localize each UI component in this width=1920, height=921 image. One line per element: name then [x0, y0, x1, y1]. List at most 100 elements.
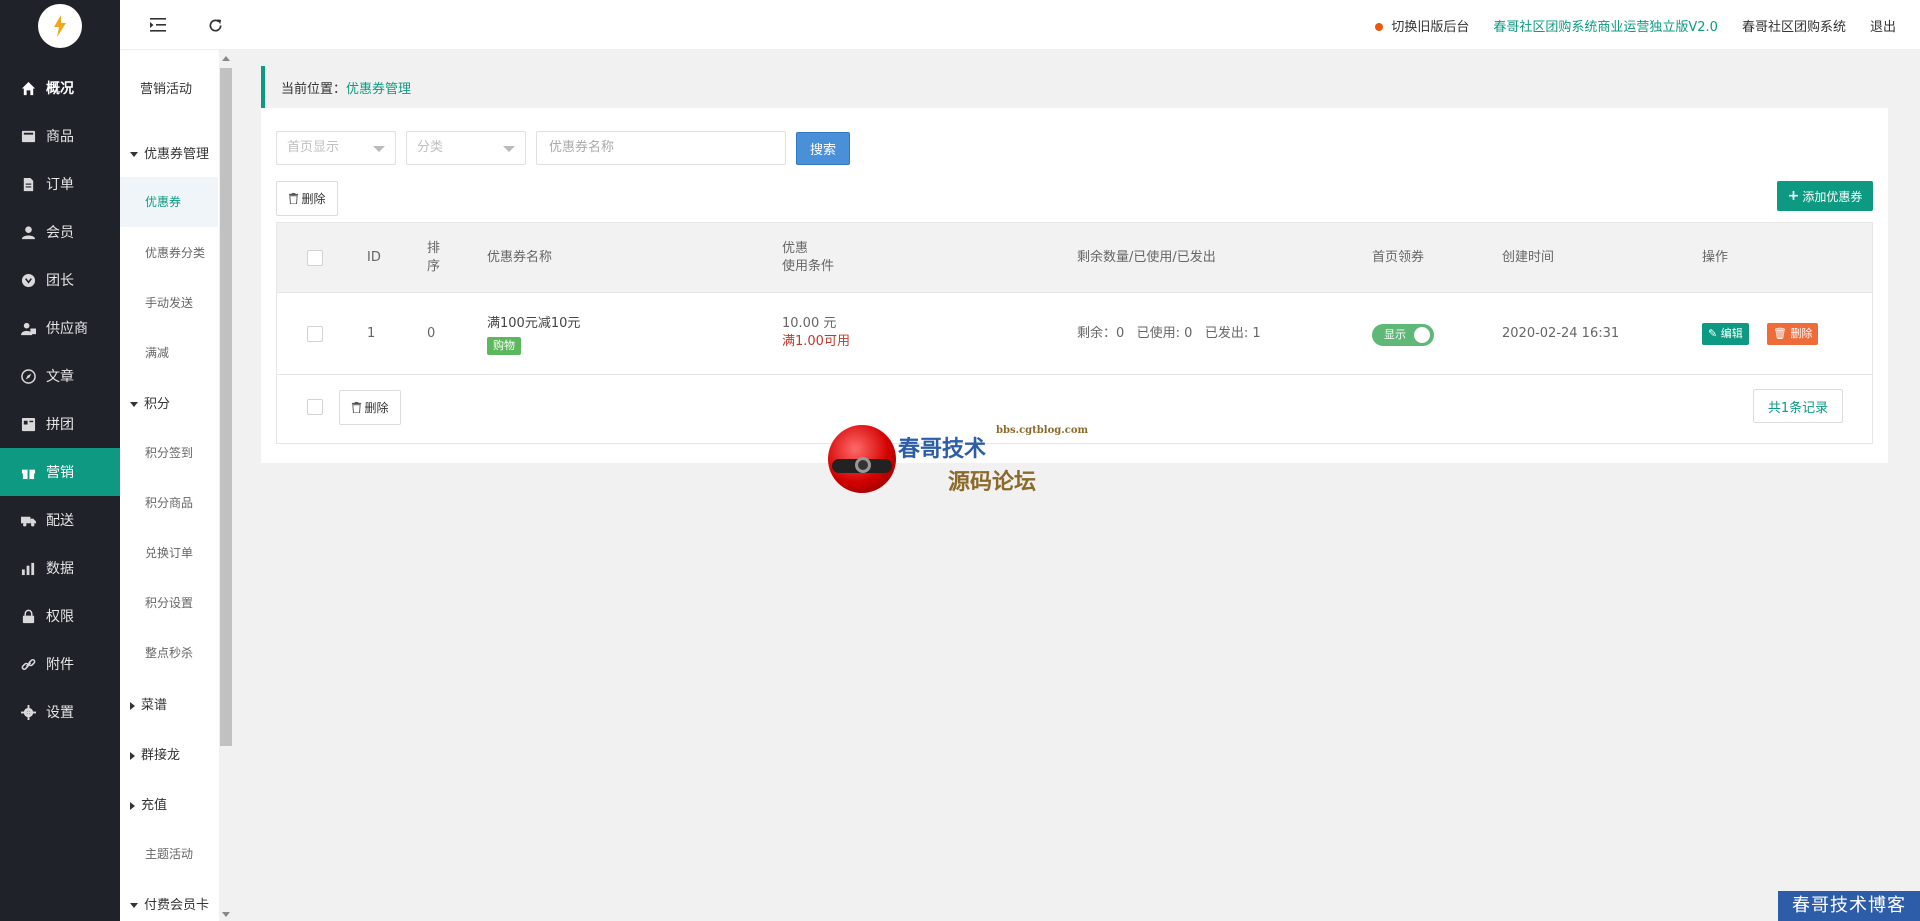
nav-item-label: 附件 [46, 657, 74, 673]
subnav-item-points-goods[interactable]: 积分商品 [120, 494, 218, 511]
footer-select-all-checkbox[interactable] [307, 399, 323, 415]
subnav-group-recipes[interactable]: 菜谱 [120, 694, 218, 713]
nav-item-group-buy[interactable]: 拼团 [0, 400, 120, 448]
search-button[interactable]: 搜索 [796, 132, 850, 165]
col-created: 创建时间 [1502, 250, 1555, 265]
breadcrumb-current[interactable]: 优惠券管理 [346, 78, 411, 97]
delete-button-top[interactable]: 删除 [276, 181, 338, 216]
col-name: 优惠券名称 [487, 250, 553, 265]
goods-icon [20, 128, 36, 144]
col-quantity: 剩余数量/已使用/已发出 [1077, 250, 1216, 265]
add-coupon-label: 添加优惠券 [1802, 189, 1863, 204]
menu-toggle-icon[interactable] [148, 15, 168, 35]
input-placeholder: 优惠券名称 [549, 140, 615, 155]
corner-watermark: 春哥技术博客 [1778, 891, 1920, 921]
row-quantity: 剩余：0 已使用: 0 已发出: 1 [1077, 326, 1261, 341]
nav-item-leader[interactable]: 团长 [0, 256, 120, 304]
delete-row-button[interactable]: 🗑 删除 [1767, 323, 1819, 345]
coupon-name-input[interactable]: 优惠券名称 [536, 131, 786, 165]
subnav-group-points[interactable]: 积分 [120, 393, 218, 412]
chevron-down-icon [373, 146, 385, 152]
scroll-up-icon[interactable] [222, 56, 230, 61]
gift-icon [20, 464, 36, 480]
subnav-group-group-chain[interactable]: 群接龙 [120, 744, 218, 763]
version-link[interactable]: 春哥社区团购系统商业运营独立版V2.0 [1493, 16, 1718, 35]
expand-icon [130, 152, 138, 157]
subnav-item-full-reduce[interactable]: 满减 [120, 344, 218, 361]
add-coupon-button[interactable]: + 添加优惠券 [1777, 181, 1873, 211]
subnav-item-theme-activity[interactable]: 主题活动 [120, 845, 218, 862]
nav-item-supplier[interactable]: 供应商 [0, 304, 120, 352]
subnav-group-label: 积分 [144, 397, 171, 412]
nav-item-article[interactable]: 文章 [0, 352, 120, 400]
scroll-down-icon[interactable] [222, 912, 230, 917]
nav-item-truck[interactable]: 配送 [0, 496, 120, 544]
select-all-checkbox[interactable] [307, 250, 323, 266]
col-discount-line1: 优惠 [782, 241, 809, 256]
subnav-group-recharge[interactable]: 充值 [120, 794, 218, 813]
category-select[interactable]: 分类 [406, 131, 526, 165]
subnav-scrollbar[interactable] [219, 52, 233, 921]
nav-item-label: 权限 [46, 609, 74, 625]
delete-button-bottom[interactable]: 删除 [339, 390, 401, 425]
main-nav: 概况 商品 订单 会员 团长供应商文章 拼团营销配送数据权限附件设置 [0, 0, 120, 921]
subnav-item-coupon[interactable]: 优惠券 [120, 177, 218, 227]
homepage-toggle[interactable]: 显示 [1372, 324, 1434, 346]
subnav-item-flash-sale[interactable]: 整点秒杀 [120, 644, 218, 661]
nav-item-gift[interactable]: 营销 [0, 448, 120, 496]
subnav-item-exchange-orders[interactable]: 兑换订单 [120, 544, 218, 561]
nav-item-label: 营销 [46, 465, 74, 481]
nav-item-home[interactable]: 概况 [0, 64, 120, 112]
subnav-item-points-settings[interactable]: 积分设置 [120, 594, 218, 611]
subnav-item-points-checkin[interactable]: 积分签到 [120, 444, 218, 461]
watermark-logo-icon [828, 425, 896, 493]
link-icon [20, 656, 36, 672]
nav-item-gear[interactable]: 设置 [0, 688, 120, 736]
subnav-group-paid-member-card[interactable]: 付费会员卡 [120, 894, 218, 913]
collapse-icon [130, 751, 135, 760]
nav-item-order[interactable]: 订单 [0, 160, 120, 208]
nav-item-lock[interactable]: 权限 [0, 592, 120, 640]
row-discount: 10.00 元 满1.00可用 [782, 315, 850, 351]
edit-button[interactable]: ✎ 编辑 [1702, 323, 1749, 345]
supplier-icon [20, 320, 36, 336]
homepage-display-select[interactable]: 首页显示 [276, 131, 396, 165]
home-icon [20, 80, 36, 96]
nav-item-member[interactable]: 会员 [0, 208, 120, 256]
nav-item-label: 供应商 [46, 321, 88, 337]
nav-item-goods[interactable]: 商品 [0, 112, 120, 160]
gear-icon [20, 704, 36, 720]
nav-item-link[interactable]: 附件 [0, 640, 120, 688]
logo[interactable] [0, 0, 120, 52]
col-discount: 优惠 使用条件 [782, 240, 834, 276]
row-checkbox[interactable] [307, 326, 323, 342]
switch-old-backend-link[interactable]: 切换旧版后台 [1375, 16, 1469, 35]
total-records[interactable]: 共1条记录 [1753, 389, 1843, 423]
trash-icon [352, 402, 362, 413]
refresh-icon[interactable] [205, 15, 225, 35]
breadcrumb: 当前位置： 优惠券管理 [261, 66, 1888, 108]
system-name[interactable]: 春哥社区团购系统 [1742, 16, 1846, 35]
subnav-group-label: 充值 [141, 798, 168, 813]
top-header: 切换旧版后台 春哥社区团购系统商业运营独立版V2.0 春哥社区团购系统 退出 [120, 0, 1920, 50]
article-icon [20, 368, 36, 384]
trash-icon [289, 193, 299, 204]
watermark-subtitle: 源码论坛 [948, 469, 1037, 495]
collapse-icon [130, 701, 135, 710]
logout-link[interactable]: 退出 [1870, 16, 1896, 35]
watermark-title: 春哥技术 [898, 436, 987, 462]
pencil-icon: ✎ [1708, 327, 1721, 340]
table-row: 1 0 满100元减10元 购物 10.00 元 满1.00可用 剩余：0 已使… [277, 294, 1872, 375]
subnav-item-coupon-category[interactable]: 优惠券分类 [120, 244, 218, 261]
nav-item-chart[interactable]: 数据 [0, 544, 120, 592]
sub-nav: 营销活动 优惠券管理 优惠券 优惠券分类 手动发送 满减 积分 积分签到 积分商… [120, 0, 220, 921]
scrollbar-thumb[interactable] [220, 68, 232, 746]
subnav-group-coupon-manage[interactable]: 优惠券管理 [120, 143, 218, 162]
chevron-down-icon [503, 146, 515, 152]
subnav-title[interactable]: 营销活动 [120, 78, 218, 97]
truck-icon [20, 512, 36, 528]
nav-item-label: 配送 [46, 513, 74, 529]
col-discount-line2: 使用条件 [782, 259, 835, 274]
subnav-item-manual-send[interactable]: 手动发送 [120, 294, 218, 311]
collapse-icon [130, 801, 135, 810]
